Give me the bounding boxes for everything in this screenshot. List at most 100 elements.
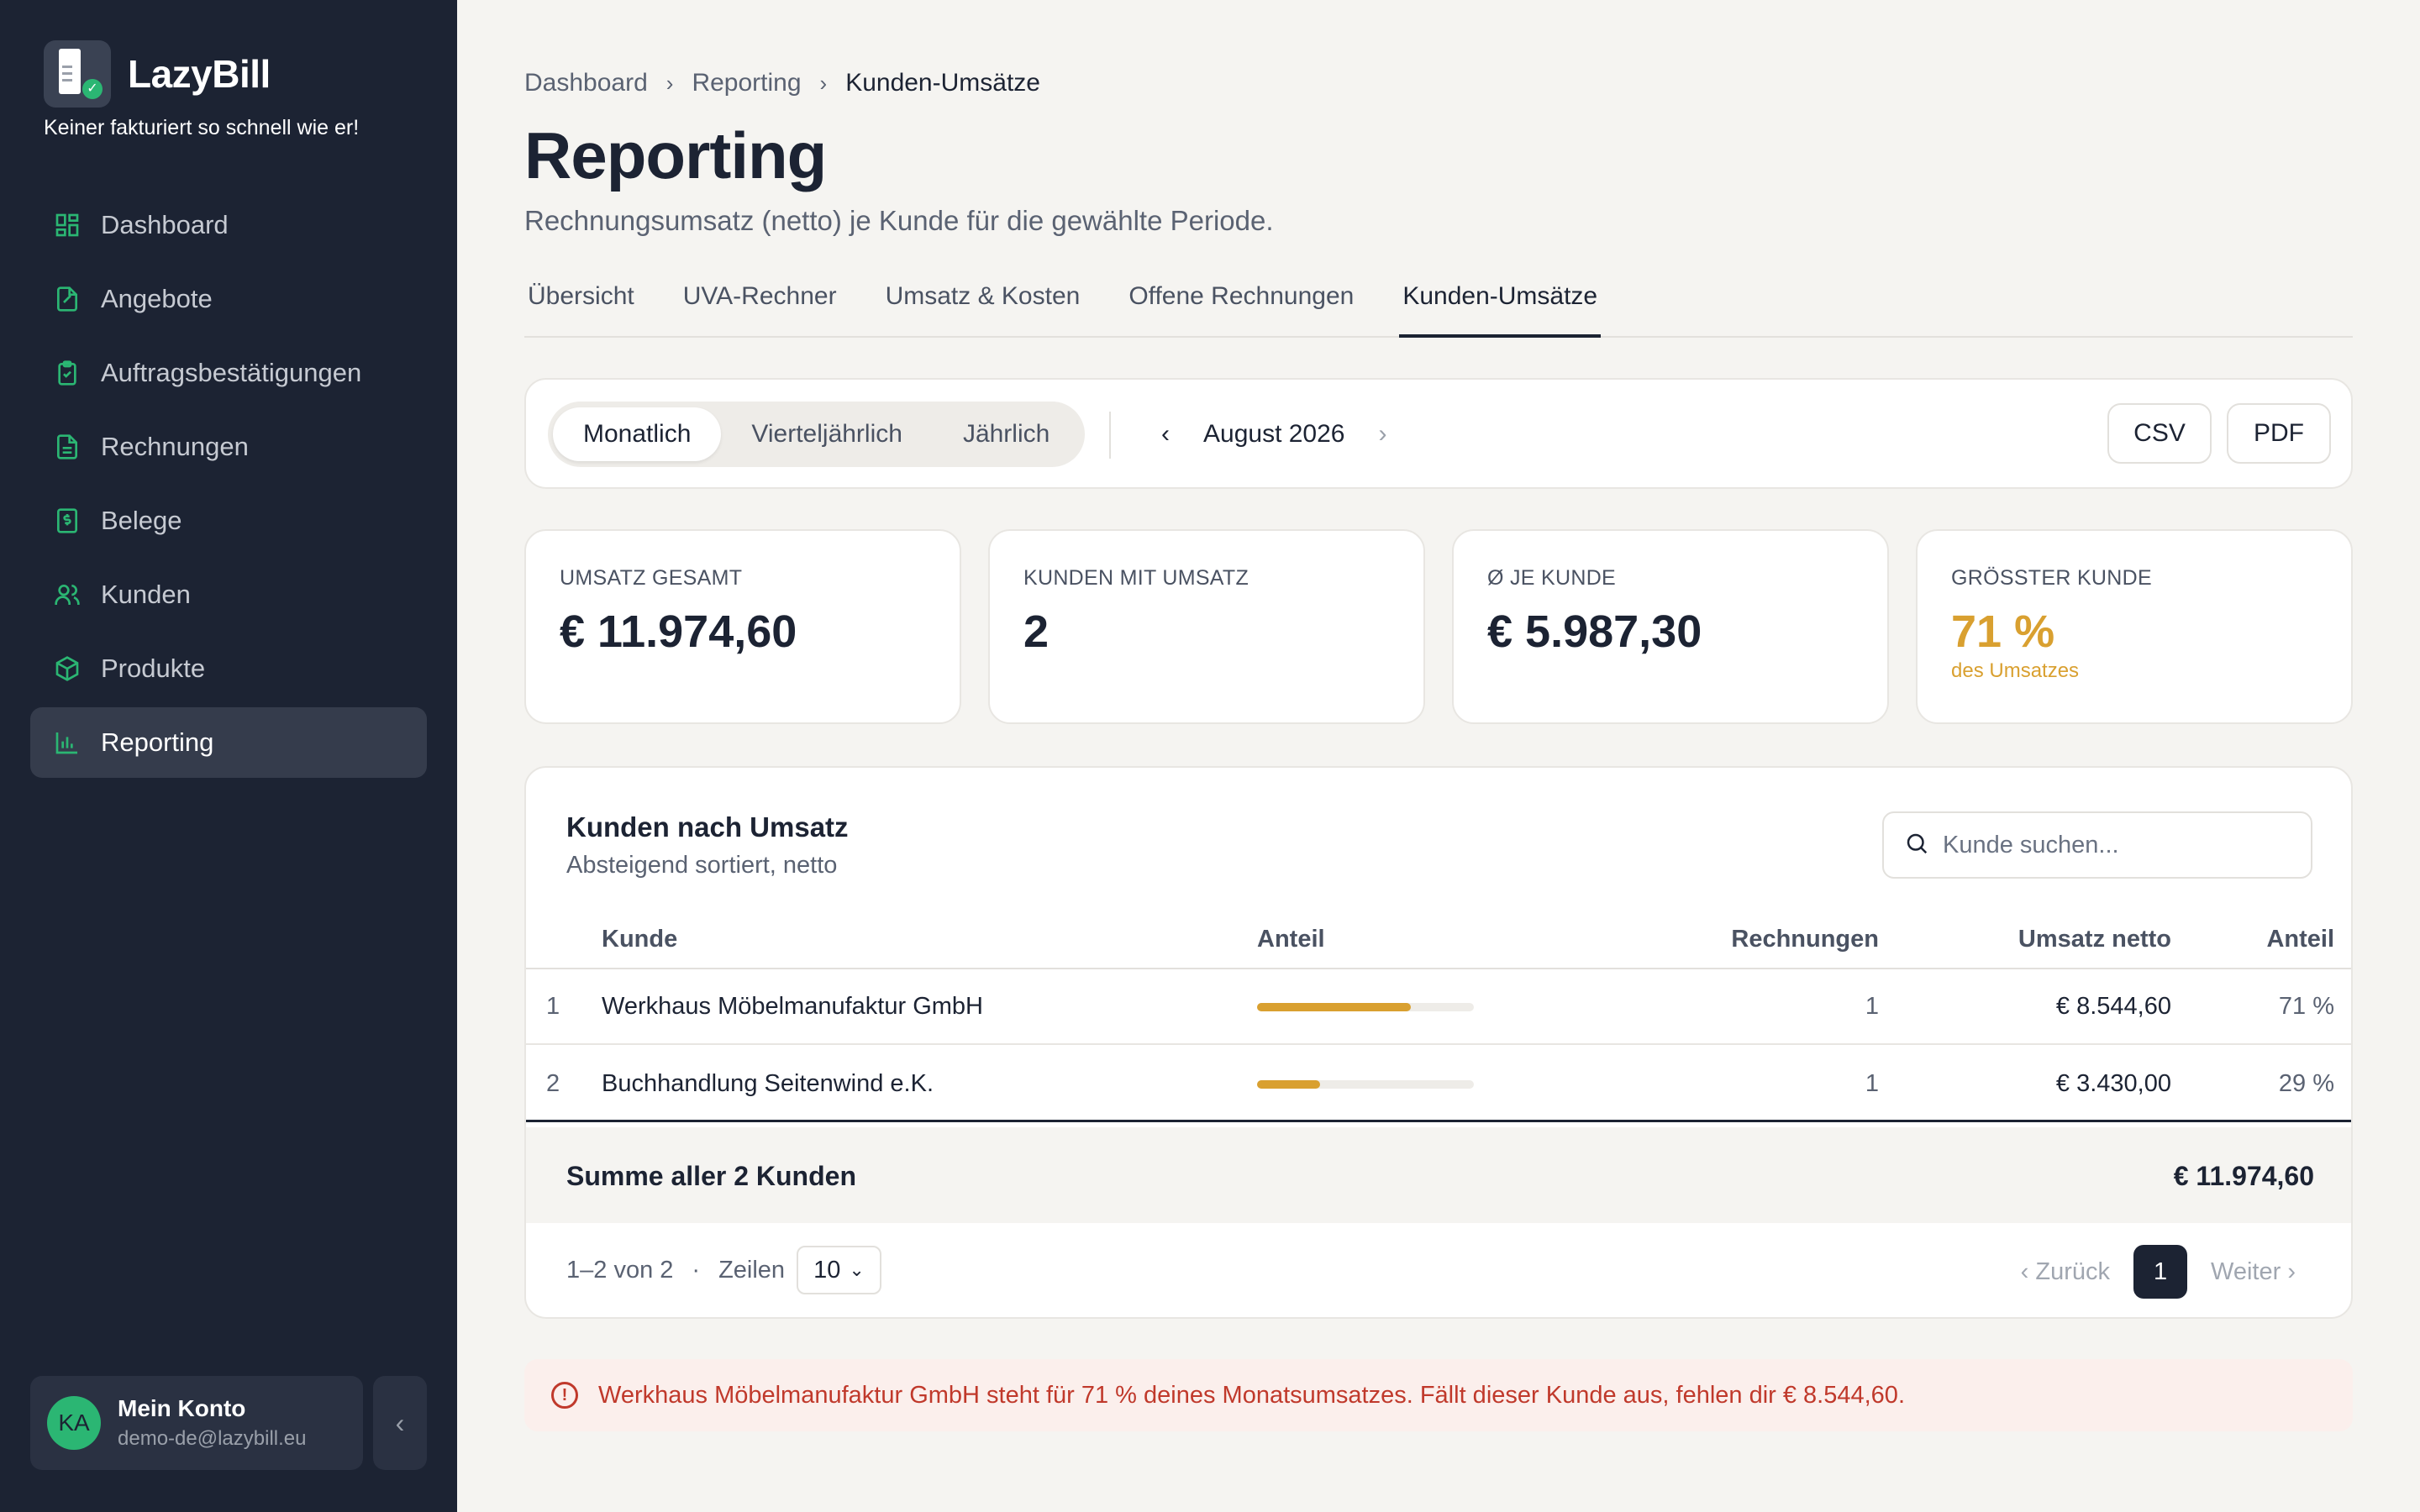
share-bar	[1257, 1003, 1474, 1011]
period-label: August 2026	[1203, 420, 1345, 448]
chevron-left-icon: ‹	[2020, 1257, 2036, 1285]
share-value: 71 %	[2278, 993, 2334, 1020]
sidebar-item-angebote[interactable]: Angebote	[30, 264, 427, 334]
table-row[interactable]: 1 Werkhaus Möbelmanufaktur GmbH 1 € 8.54…	[526, 969, 2351, 1045]
customer-search	[1882, 811, 2312, 879]
search-input[interactable]	[1943, 831, 2296, 859]
tab-offene-rechnungen[interactable]: Offene Rechnungen	[1125, 277, 1357, 338]
separator-dot: ·	[692, 1256, 701, 1284]
period-mode-switch: Monatlich Vierteljährlich Jährlich	[548, 402, 1086, 467]
previous-page-button[interactable]: ‹ Zurück	[2021, 1258, 2110, 1286]
mode-monthly-button[interactable]: Monatlich	[553, 407, 722, 461]
sidebar-item-label: Produkte	[101, 654, 206, 683]
chevron-right-icon: ›	[819, 70, 828, 96]
column-header-revenue[interactable]: Umsatz netto	[2018, 926, 2171, 953]
sidebar-item-rechnungen[interactable]: Rechnungen	[30, 412, 427, 482]
invoice-icon	[54, 433, 81, 460]
receipt-icon	[54, 507, 81, 534]
kpi-label: Ø JE KUNDE	[1487, 566, 1617, 590]
next-page-button[interactable]: Weiter ›	[2211, 1258, 2296, 1286]
tab-kunden-umsaetze[interactable]: Kunden-Umsätze	[1399, 277, 1602, 338]
sidebar-item-reporting[interactable]: Reporting	[30, 707, 427, 778]
revenue-value: € 8.544,60	[2055, 993, 2171, 1020]
export-pdf-button[interactable]: PDF	[2227, 403, 2331, 464]
breadcrumb: Dashboard › Reporting › Kunden-Umsätze	[524, 69, 1040, 97]
concentration-warning: ! Werkhaus Möbelmanufaktur GmbH steht fü…	[524, 1359, 2353, 1431]
brand-tagline: Keiner fakturiert so schnell wie er!	[44, 116, 360, 139]
invoice-count: 1	[1865, 993, 1879, 1020]
breadcrumb-reporting[interactable]: Reporting	[692, 69, 801, 97]
account-name: Mein Konto	[118, 1395, 246, 1421]
kpi-label: KUNDEN MIT UMSATZ	[1023, 566, 1249, 590]
customer-name[interactable]: Werkhaus Möbelmanufaktur GmbH	[602, 993, 983, 1021]
column-header-invoices[interactable]: Rechnungen	[1731, 926, 1879, 953]
row-index: 2	[546, 1070, 560, 1097]
previous-period-button[interactable]: ‹	[1148, 420, 1183, 449]
column-header-share[interactable]: Anteil	[2266, 926, 2334, 953]
sidebar-item-label: Angebote	[101, 284, 213, 313]
kpi-largest-customer: GRÖSSTER KUNDE 71 % des Umsatzes	[1916, 529, 2353, 724]
sidebar-item-label: Belege	[101, 506, 182, 535]
kpi-customers-with-revenue: KUNDEN MIT UMSATZ 2	[988, 529, 1425, 724]
users-icon	[54, 581, 81, 608]
tab-uebersicht[interactable]: Übersicht	[524, 277, 638, 338]
breadcrumb-dashboard[interactable]: Dashboard	[524, 69, 648, 97]
column-header-customer[interactable]: Kunde	[602, 926, 677, 953]
row-index: 1	[546, 993, 560, 1020]
total-label: Summe aller 2 Kunden	[566, 1161, 856, 1191]
revenue-value: € 3.430,00	[2055, 1070, 2171, 1097]
rows-per-page-select[interactable]: 10 ⌄	[797, 1246, 881, 1294]
table-row[interactable]: 2 Buchhandlung Seitenwind e.K. 1 € 3.430…	[526, 1047, 2351, 1122]
mode-yearly-button[interactable]: Jährlich	[933, 407, 1080, 461]
chevron-right-icon: ›	[666, 70, 674, 96]
sidebar-item-label: Rechnungen	[101, 432, 249, 461]
quote-icon	[54, 286, 81, 312]
page-title: Reporting	[524, 118, 827, 192]
kpi-value: 2	[1023, 606, 1050, 657]
invoice-count: 1	[1865, 1070, 1879, 1097]
chevron-down-icon: ⌄	[849, 1259, 865, 1280]
customer-name[interactable]: Buchhandlung Seitenwind e.K.	[602, 1070, 934, 1098]
rows-per-page-label: Zeilen	[718, 1256, 786, 1284]
page-1-button[interactable]: 1	[2133, 1245, 2188, 1299]
previous-page-label: Zurück	[2035, 1257, 2111, 1285]
sidebar-item-belege[interactable]: Belege	[30, 486, 427, 556]
kpi-note: des Umsatzes	[1951, 659, 2080, 682]
alert-circle-icon: !	[551, 1382, 578, 1409]
tab-umsatz-kosten[interactable]: Umsatz & Kosten	[882, 277, 1084, 338]
kpi-average-per-customer: Ø JE KUNDE € 5.987,30	[1452, 529, 1889, 724]
tab-uva-rechner[interactable]: UVA-Rechner	[680, 277, 840, 338]
table-subtitle: Absteigend sortiert, netto	[566, 852, 838, 879]
table-title: Kunden nach Umsatz	[566, 811, 849, 843]
total-value: € 11.974,60	[2173, 1161, 2314, 1191]
kpi-value: € 5.987,30	[1487, 606, 1702, 657]
clipboard-check-icon	[54, 360, 81, 386]
sidebar-item-kunden[interactable]: Kunden	[30, 559, 427, 630]
pagination: 1–2 von 2 · Zeilen 10 ⌄ ‹ Zurück 1 Weite…	[526, 1223, 2351, 1317]
sidebar-item-dashboard[interactable]: Dashboard	[30, 190, 427, 260]
kpi-label: GRÖSSTER KUNDE	[1951, 566, 2152, 590]
kpi-cards: UMSATZ GESAMT € 11.974,60 KUNDEN MIT UMS…	[524, 529, 2353, 724]
avatar: KA	[47, 1396, 101, 1450]
box-icon	[54, 655, 81, 682]
warning-text: Werkhaus Möbelmanufaktur GmbH steht für …	[598, 1381, 1905, 1409]
sidebar-item-auftragsbestaetigungen[interactable]: Auftragsbestätigungen	[30, 338, 427, 408]
customer-revenue-table: Kunden nach Umsatz Absteigend sortiert, …	[524, 766, 2353, 1319]
dashboard-icon	[54, 212, 81, 239]
kpi-value: € 11.974,60	[560, 606, 797, 657]
account-email: demo-de@lazybill.eu	[118, 1427, 307, 1450]
account-menu[interactable]: KA Mein Konto demo-de@lazybill.eu	[30, 1376, 363, 1470]
period-navigator: ‹ August 2026 ›	[1148, 402, 1400, 467]
report-tabs: Übersicht UVA-Rechner Umsatz & Kosten Of…	[524, 277, 2353, 338]
mode-quarterly-button[interactable]: Vierteljährlich	[721, 407, 933, 461]
sidebar-item-produkte[interactable]: Produkte	[30, 633, 427, 704]
brand[interactable]: ✓ LazyBill	[44, 40, 271, 108]
sidebar-item-label: Auftragsbestätigungen	[101, 358, 362, 387]
brand-name: LazyBill	[128, 52, 271, 96]
export-csv-button[interactable]: CSV	[2107, 403, 2212, 464]
collapse-sidebar-button[interactable]: ‹	[373, 1376, 427, 1470]
divider	[1109, 412, 1111, 459]
next-period-button[interactable]: ›	[1365, 420, 1400, 449]
bar-chart-icon	[54, 729, 81, 756]
chevron-left-icon: ‹	[395, 1407, 405, 1438]
